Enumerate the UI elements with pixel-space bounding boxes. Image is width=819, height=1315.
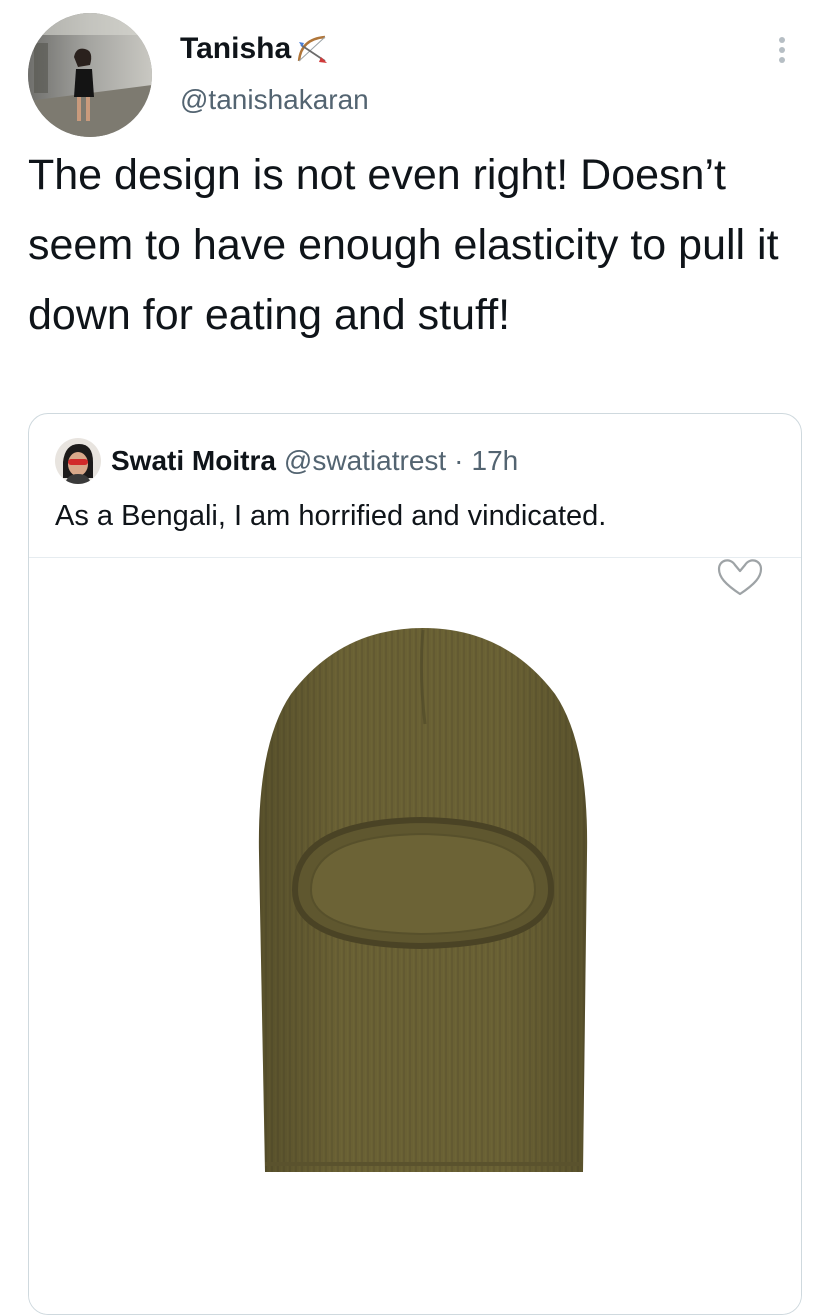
more-options-button[interactable]: [768, 30, 796, 70]
quoted-tweet-card[interactable]: Swati Moitra @swatiatrest · 17h As a Ben…: [28, 413, 802, 1315]
author-name[interactable]: Tanisha: [180, 30, 291, 68]
quoted-author-handle[interactable]: @swatiatrest: [284, 445, 446, 477]
tweet-text: The design is not even right! Doesn’t se…: [28, 151, 779, 339]
more-vertical-icon: [779, 37, 785, 43]
quoted-tweet-timestamp[interactable]: 17h: [472, 445, 519, 477]
quoted-author-avatar[interactable]: [55, 438, 101, 484]
author-avatar[interactable]: [28, 13, 152, 137]
quoted-tweet-media[interactable]: [29, 557, 801, 1314]
author-handle[interactable]: @tanishakaran: [180, 82, 369, 118]
author-name-row[interactable]: Tanisha: [180, 30, 331, 68]
tweet: Tanisha @tanishakaran The design is not …: [0, 0, 819, 1315]
quoted-tweet-header: Swati Moitra @swatiatrest · 17h: [55, 438, 518, 484]
quoted-author-name[interactable]: Swati Moitra: [111, 445, 276, 477]
separator-dot: ·: [454, 445, 464, 476]
quoted-tweet-text: As a Bengali, I am horrified and vindica…: [55, 500, 607, 532]
heart-icon[interactable]: [715, 558, 765, 598]
bow-and-arrow-icon: [297, 35, 328, 63]
balaclava-image: [258, 628, 588, 1172]
